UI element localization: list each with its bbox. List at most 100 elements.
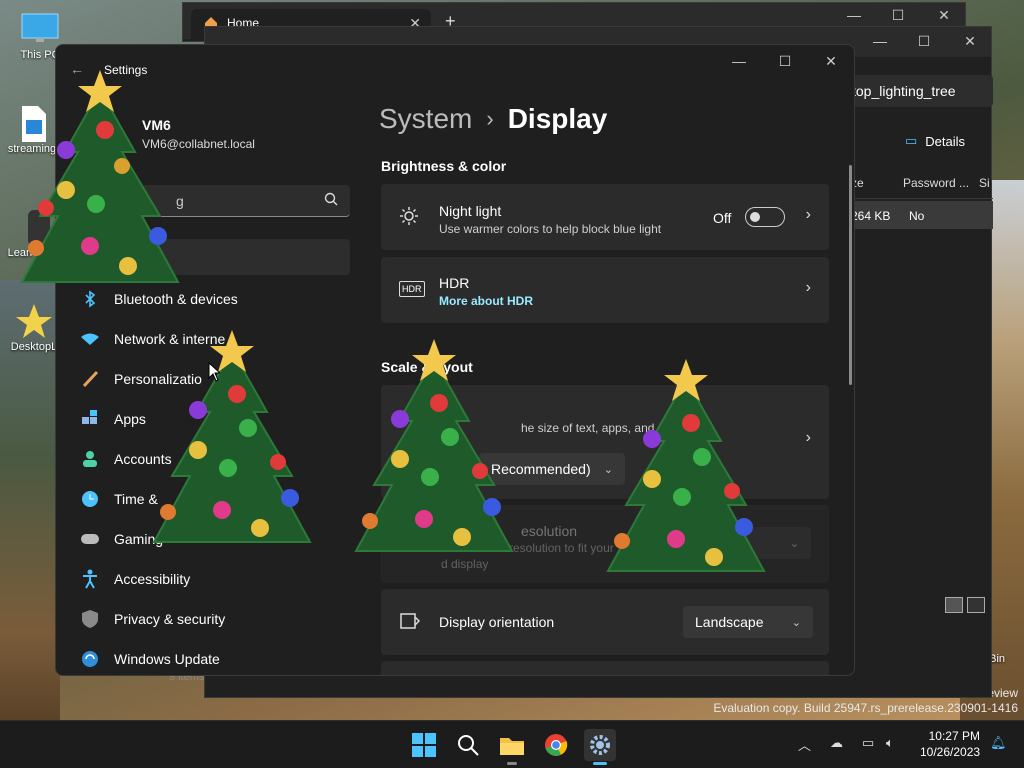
brush-icon: [80, 369, 100, 389]
tiles-view-icon[interactable]: [967, 597, 985, 613]
sidebar-item-apps[interactable]: Apps: [80, 401, 350, 437]
close-icon[interactable]: ✕: [921, 7, 967, 24]
bluetooth-icon: [80, 289, 100, 309]
chevron-down-icon: ⌄: [791, 616, 801, 629]
desktop-icon-label: DesktopL: [10, 341, 58, 353]
chrome-icon: [545, 734, 568, 756]
page-title: Display: [507, 103, 608, 134]
start-button[interactable]: [408, 729, 440, 761]
search-input[interactable]: g: [80, 185, 350, 217]
sidebar-item-network[interactable]: Network & interne: [80, 321, 350, 357]
scrollbar[interactable]: [849, 165, 852, 385]
user-email: VM6@collabnet.local: [142, 137, 255, 151]
table-row[interactable]: 264 KB No: [845, 201, 993, 229]
clock-time: 10:27 PM: [928, 729, 980, 743]
network-cloud-icon[interactable]: ☁: [830, 735, 843, 751]
shield-icon: [80, 609, 100, 629]
minimize-icon[interactable]: —: [857, 33, 903, 49]
section-heading: Scale & ayout: [381, 359, 473, 375]
wifi-icon: [80, 329, 100, 349]
chevron-right-icon: ›: [805, 429, 811, 446]
search-icon: [324, 192, 338, 209]
update-icon: [80, 649, 100, 669]
scale-card[interactable]: he size of text, apps, and oth Recommend…: [381, 385, 829, 499]
sidebar-item-windows-update[interactable]: Windows Update: [80, 641, 350, 675]
clock-date: 10/26/2023: [920, 745, 981, 759]
chrome-button[interactable]: [540, 729, 572, 761]
view-toggle: [945, 597, 985, 613]
hdr-icon: HDR: [399, 281, 425, 297]
user-profile[interactable]: VM6 VM6@collabnet.local: [142, 117, 255, 151]
image-file-icon: [12, 104, 52, 142]
monitor-icon: [20, 10, 60, 46]
desktop-icon-streaming[interactable]: streaming: [2, 104, 62, 155]
close-icon[interactable]: ✕: [808, 53, 854, 70]
gamepad-icon: [80, 529, 100, 549]
sidebar-item-accessibility[interactable]: Accessibility: [80, 561, 350, 597]
maximize-icon[interactable]: ☐: [875, 7, 921, 24]
settings-button[interactable]: [584, 729, 616, 765]
sidebar-item-accounts[interactable]: Accounts: [80, 441, 350, 477]
brightness-icon: [399, 206, 419, 231]
clock-icon: [80, 489, 100, 509]
night-light-card[interactable]: Night light Use warmer colors to help bl…: [381, 184, 829, 250]
details-button[interactable]: ▭ Details: [905, 133, 965, 149]
gear-icon: [590, 735, 610, 755]
chevron-right-icon: ›: [805, 279, 811, 296]
display-icon[interactable]: ▭: [862, 735, 874, 751]
desktop-icon-label: streaming: [7, 143, 57, 155]
chevron-up-icon[interactable]: ︿: [798, 735, 811, 754]
person-icon: [80, 449, 100, 469]
mouse-cursor-icon: [208, 362, 220, 382]
orientation-icon: [399, 611, 421, 636]
column-header[interactable]: Password ...: [903, 176, 969, 190]
sidebar-item-gaming[interactable]: Gaming: [80, 521, 350, 557]
desktop-icon-label: This PC: [20, 49, 60, 61]
sidebar-item-system[interactable]: [80, 239, 350, 275]
accessibility-icon: [80, 569, 100, 589]
chevron-right-icon: ›: [805, 206, 811, 223]
window-title: Settings: [104, 63, 148, 77]
next-card[interactable]: [381, 661, 829, 675]
toggle-state-label: Off: [713, 210, 732, 226]
user-name: VM6: [142, 117, 171, 133]
minimize-icon[interactable]: —: [831, 7, 877, 23]
file-list-header: ze Password ... Si: [845, 167, 993, 199]
back-arrow-icon[interactable]: ←: [70, 61, 84, 77]
folder-icon: [500, 738, 524, 755]
column-header[interactable]: Si: [979, 176, 990, 190]
desktop-icon-label: Lean this: [7, 247, 53, 259]
minimize-icon[interactable]: —: [716, 53, 762, 69]
search-button[interactable]: [452, 729, 484, 761]
more-about-hdr-link[interactable]: More about HDR: [439, 294, 533, 308]
orientation-card[interactable]: Display orientation Landscape ⌄: [381, 589, 829, 655]
sidebar-item-bluetooth[interactable]: Bluetooth & devices: [80, 281, 350, 317]
desktop-icon-learn[interactable]: Lean this: [0, 208, 60, 259]
star-icon: [14, 302, 54, 338]
breadcrumb-parent[interactable]: System: [379, 103, 472, 135]
sidebar-item-time[interactable]: Time &: [80, 481, 350, 517]
address-bar[interactable]: ktop_lighting_tree: [845, 75, 993, 107]
section-heading: Brightness & color: [381, 158, 507, 174]
volume-icon[interactable]: 🔈︎: [886, 735, 894, 751]
apps-icon: [80, 409, 100, 429]
orientation-dropdown[interactable]: Landscape ⌄: [683, 606, 813, 638]
clock[interactable]: 10:27 PM 10/26/2023: [920, 728, 980, 760]
details-view-icon[interactable]: [945, 597, 963, 613]
maximize-icon[interactable]: ☐: [762, 53, 808, 70]
details-pane-icon: ▭: [905, 133, 918, 148]
notification-bell-icon[interactable]: 🔔︎: [990, 735, 1007, 751]
settings-window[interactable]: ← Settings — ☐ ✕ VM6 VM6@collabnet.local…: [55, 44, 855, 676]
close-icon[interactable]: ✕: [947, 33, 993, 50]
app-icon: [10, 208, 50, 246]
chevron-down-icon: ⌄: [789, 537, 799, 550]
hdr-card[interactable]: HDR HDR More about HDR ›: [381, 257, 829, 323]
resolution-card[interactable]: esolution the resolution to fit your d d…: [381, 505, 829, 583]
maximize-icon[interactable]: ☐: [901, 33, 947, 50]
search-icon: [458, 735, 479, 756]
sidebar-item-privacy[interactable]: Privacy & security: [80, 601, 350, 637]
resolution-dropdown[interactable]: ⌄: [681, 527, 811, 559]
file-explorer-button[interactable]: [496, 729, 528, 765]
scale-dropdown[interactable]: Recommended) ⌄: [479, 453, 625, 485]
night-light-toggle[interactable]: [745, 207, 785, 227]
